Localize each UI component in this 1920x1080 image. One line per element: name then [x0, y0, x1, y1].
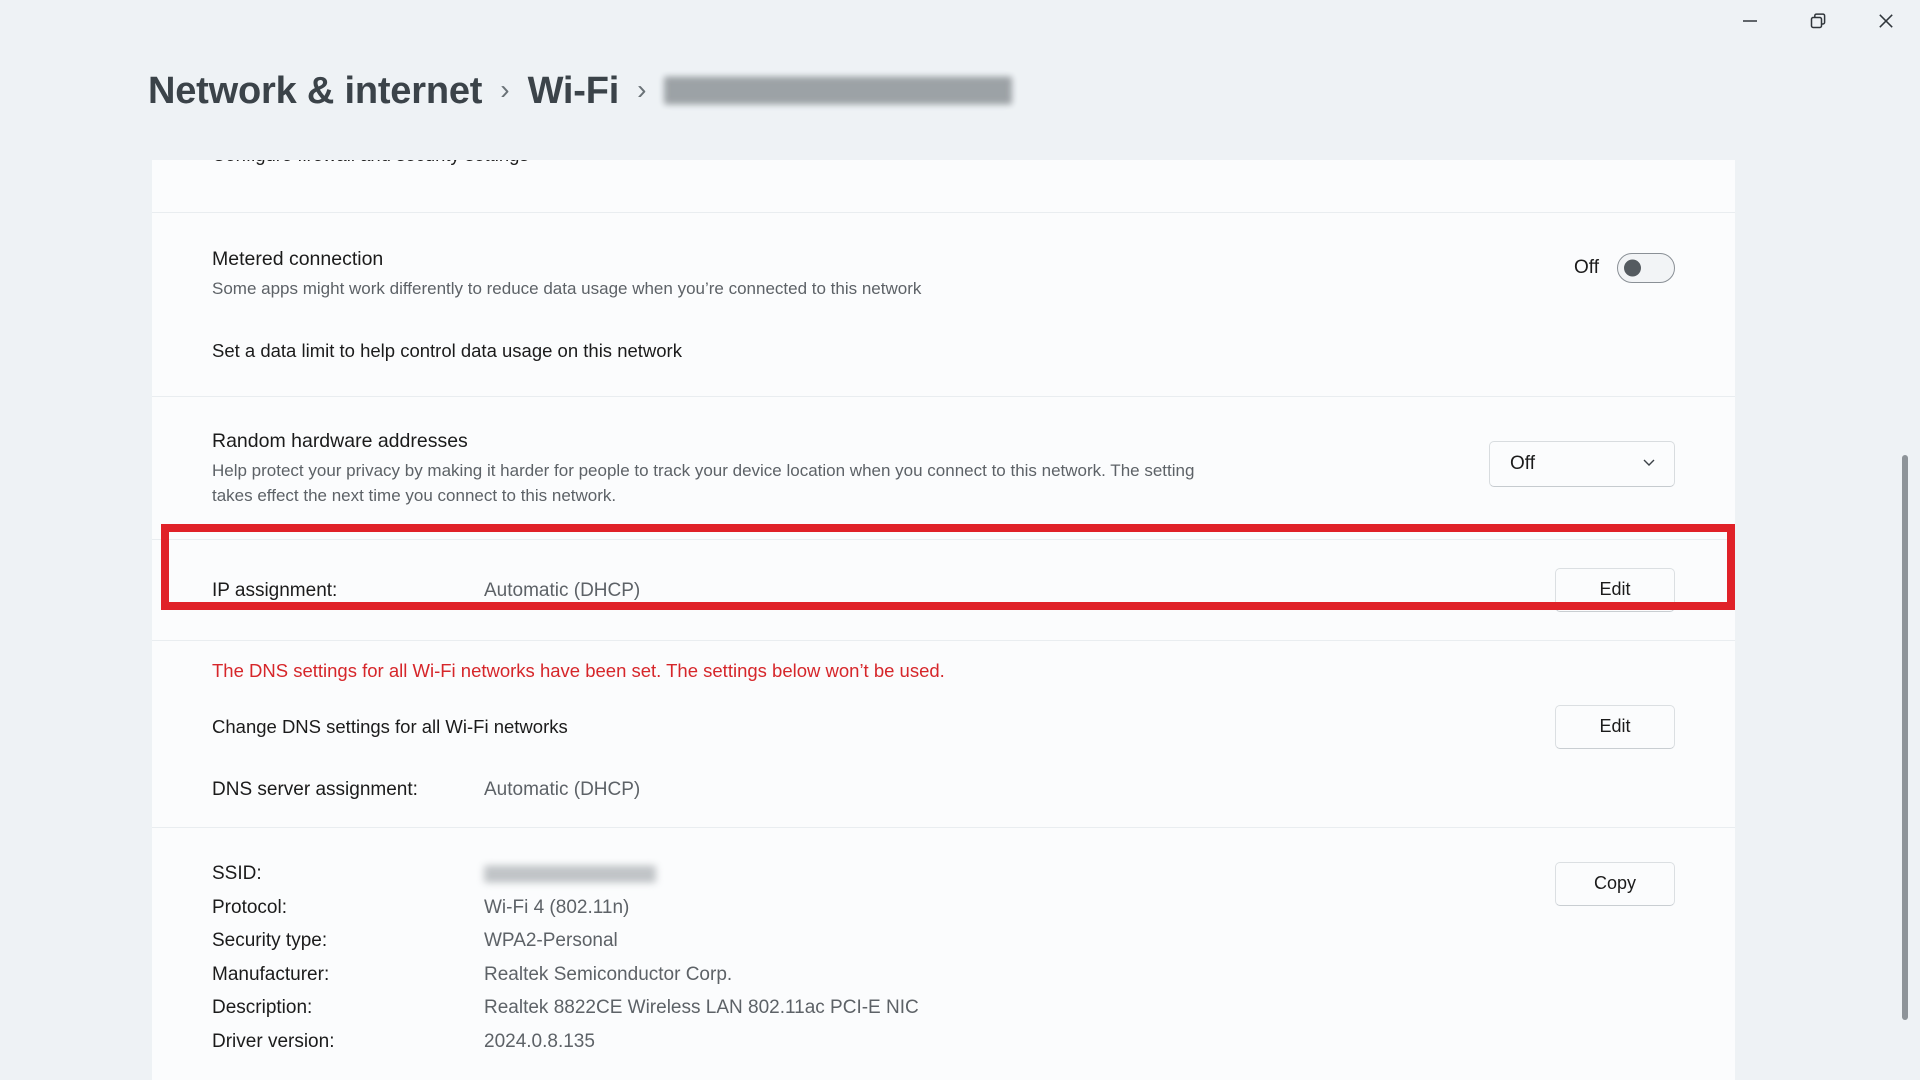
ip-assignment-edit-button[interactable]: Edit: [1555, 567, 1675, 612]
detail-value: WPA2-Personal: [484, 930, 618, 952]
detail-label: Manufacturer:: [212, 963, 330, 985]
metered-connection-toggle[interactable]: [1617, 253, 1675, 283]
ip-assignment-label: IP assignment:: [212, 579, 338, 601]
close-button[interactable]: [1852, 0, 1920, 42]
detail-value-redacted: [484, 865, 656, 883]
breadcrumb: Network & internet › Wi-Fi ›: [148, 72, 1013, 110]
toggle-knob: [1624, 259, 1641, 277]
dns-change-row: Change DNS settings for all Wi-Fi networ…: [212, 704, 1675, 749]
detail-value: Realtek 8822CE Wireless LAN 802.11ac PCI…: [484, 997, 919, 1019]
settings-content-card: Configure firewall and security settings…: [152, 160, 1735, 1080]
dns-server-assignment-value: Automatic (DHCP): [484, 778, 641, 800]
random-hardware-title: Random hardware addresses: [212, 430, 468, 453]
ip-assignment-section: IP assignment: Automatic (DHCP) Edit: [152, 538, 1735, 640]
random-hardware-dropdown-value: Off: [1510, 453, 1535, 475]
detail-row: Manufacturer: Realtek Semiconductor Corp.: [212, 958, 919, 992]
random-hardware-addresses-section: Random hardware addresses Help protect y…: [152, 396, 1735, 539]
breadcrumb-separator-2: ›: [637, 73, 647, 105]
firewall-settings-section: Configure firewall and security settings: [152, 160, 1735, 212]
close-icon: [1875, 10, 1897, 32]
network-details-section: SSID: Protocol: Wi-Fi 4 (802.11n) Security …: [152, 826, 1735, 1080]
detail-label: Protocol:: [212, 896, 287, 918]
detail-row: Description: Realtek 8822CE Wireless LAN …: [212, 992, 919, 1026]
dns-settings-section: The DNS settings for all Wi-Fi networks …: [152, 639, 1735, 827]
metered-connection-description: Some apps might work differently to redu…: [212, 279, 922, 299]
chevron-down-icon: [1640, 453, 1658, 476]
window-titlebar: [0, 0, 1920, 58]
breadcrumb-separator-1: ›: [500, 73, 510, 105]
dns-server-assignment-label: DNS server assignment:: [212, 778, 418, 800]
scrollbar-thumb[interactable]: [1902, 455, 1908, 1020]
dns-edit-button[interactable]: Edit: [1555, 704, 1675, 749]
detail-value: 2024.0.8.135: [484, 1030, 595, 1052]
random-hardware-description: Help protect your privacy by making it h…: [212, 461, 1195, 506]
restore-icon: [1807, 10, 1829, 32]
dns-warning-text: The DNS settings for all Wi-Fi networks …: [212, 659, 945, 681]
content-scrollbar[interactable]: [1899, 160, 1911, 1080]
detail-row: Protocol: Wi-Fi 4 (802.11n): [212, 891, 919, 925]
detail-label: Description:: [212, 997, 313, 1019]
metered-connection-texts: Metered connection Some apps might work …: [212, 247, 921, 302]
change-dns-settings-link[interactable]: Change DNS settings for all Wi-Fi networ…: [212, 716, 568, 738]
configure-firewall-link[interactable]: Configure firewall and security settings: [212, 160, 529, 166]
minimize-button[interactable]: [1716, 0, 1784, 42]
metered-connection-toggle-state: Off: [1574, 257, 1599, 278]
restore-button[interactable]: [1784, 0, 1852, 42]
dns-server-assignment-field: DNS server assignment: Automatic (DHCP): [212, 779, 1675, 801]
set-data-limit-link[interactable]: Set a data limit to help control data us…: [212, 340, 1675, 362]
metered-connection-title: Metered connection: [212, 248, 384, 270]
detail-label: Security type:: [212, 930, 328, 952]
ip-assignment-value: Automatic (DHCP): [484, 579, 641, 601]
detail-value: Realtek Semiconductor Corp.: [484, 963, 733, 985]
random-hardware-dropdown[interactable]: Off: [1489, 441, 1675, 488]
metered-connection-toggle-group[interactable]: Off: [1574, 247, 1675, 283]
copy-details-button[interactable]: Copy: [1555, 861, 1675, 906]
breadcrumb-item-network-internet[interactable]: Network & internet: [148, 72, 482, 110]
detail-value: Wi-Fi 4 (802.11n): [484, 896, 630, 918]
breadcrumb-item-ssid-redacted: [664, 76, 1013, 104]
minimize-icon: [1739, 10, 1761, 32]
metered-connection-section: Metered connection Some apps might work …: [152, 212, 1735, 396]
network-details-list: SSID: Protocol: Wi-Fi 4 (802.11n) Security …: [212, 858, 919, 1059]
breadcrumb-item-wifi[interactable]: Wi-Fi: [528, 72, 620, 110]
detail-row: SSID:: [212, 858, 919, 892]
ip-assignment-field: IP assignment: Automatic (DHCP): [212, 568, 640, 602]
detail-label: Driver version:: [212, 1030, 335, 1052]
detail-row: Security type: WPA2-Personal: [212, 925, 919, 959]
settings-window: Network & internet › Wi-Fi › Configure f…: [0, 0, 1920, 1080]
random-hardware-texts: Random hardware addresses Help protect y…: [212, 429, 1222, 509]
detail-label: SSID:: [212, 863, 262, 885]
detail-row: Driver version: 2024.0.8.135: [212, 1025, 919, 1059]
